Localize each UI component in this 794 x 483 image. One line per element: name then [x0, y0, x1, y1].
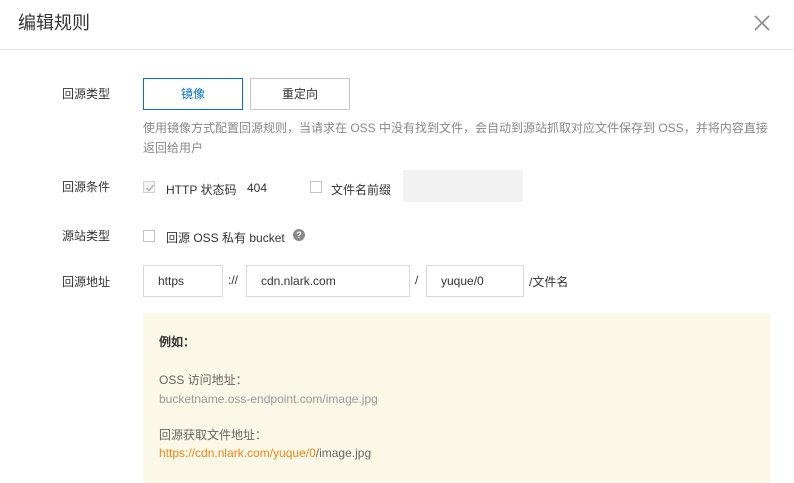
example-title: 例如：	[159, 335, 196, 349]
prefix-input[interactable]	[403, 170, 523, 202]
redirect-button[interactable]: 重定向	[250, 78, 350, 110]
protocol-separator: ://	[228, 273, 239, 287]
protocol-field[interactable]: https	[143, 265, 223, 297]
origin-type-label: 源站类型	[62, 229, 111, 243]
dialog-title: 编辑规则	[18, 13, 90, 33]
origin-fetch-url: https://cdn.nlark.com/yuque/0/image.jpg	[159, 446, 371, 460]
private-bucket-label: 回源 OSS 私有 bucket	[166, 231, 285, 245]
http-code-checkbox[interactable]	[143, 181, 155, 193]
description-line-2: 返回给用户	[143, 141, 204, 155]
description-line-1: 使用镜像方式配置回源规则，当请求在 OSS 中没有找到文件，会自动到源站抓取对应…	[143, 121, 768, 135]
example-box: 例如： OSS 访问地址： bucketname.oss-endpoint.co…	[143, 313, 770, 483]
close-icon[interactable]	[751, 12, 773, 34]
domain-field[interactable]: cdn.nlark.com	[246, 265, 410, 297]
condition-label: 回源条件	[62, 180, 111, 194]
origin-url-suffix: /image.jpg	[315, 446, 372, 460]
source-type-label: 回源类型	[62, 87, 111, 101]
origin-url-highlight: https://cdn.nlark.com/yuque/0	[159, 446, 316, 460]
origin-fetch-label: 回源获取文件地址：	[159, 428, 268, 442]
path-field[interactable]: yuque/0	[426, 265, 524, 297]
help-icon[interactable]: ?	[293, 229, 305, 241]
http-code-value: 404	[247, 181, 268, 195]
prefix-label: 文件名前缀	[331, 183, 392, 197]
filename-suffix: /文件名	[529, 275, 569, 289]
dialog-header: 编辑规则	[0, 0, 794, 50]
http-code-label: HTTP 状态码	[166, 183, 237, 197]
oss-address-url: bucketname.oss-endpoint.com/image.jpg	[159, 392, 378, 406]
source-type-description: 使用镜像方式配置回源规则，当请求在 OSS 中没有找到文件，会自动到源站抓取对应…	[143, 118, 773, 158]
mirror-button[interactable]: 镜像	[143, 78, 243, 110]
oss-address-label: OSS 访问地址：	[159, 373, 248, 387]
path-separator: /	[415, 273, 419, 287]
private-bucket-checkbox[interactable]	[143, 230, 155, 242]
prefix-checkbox[interactable]	[310, 181, 322, 193]
origin-address-label: 回源地址	[62, 275, 111, 289]
check-icon	[145, 184, 155, 192]
